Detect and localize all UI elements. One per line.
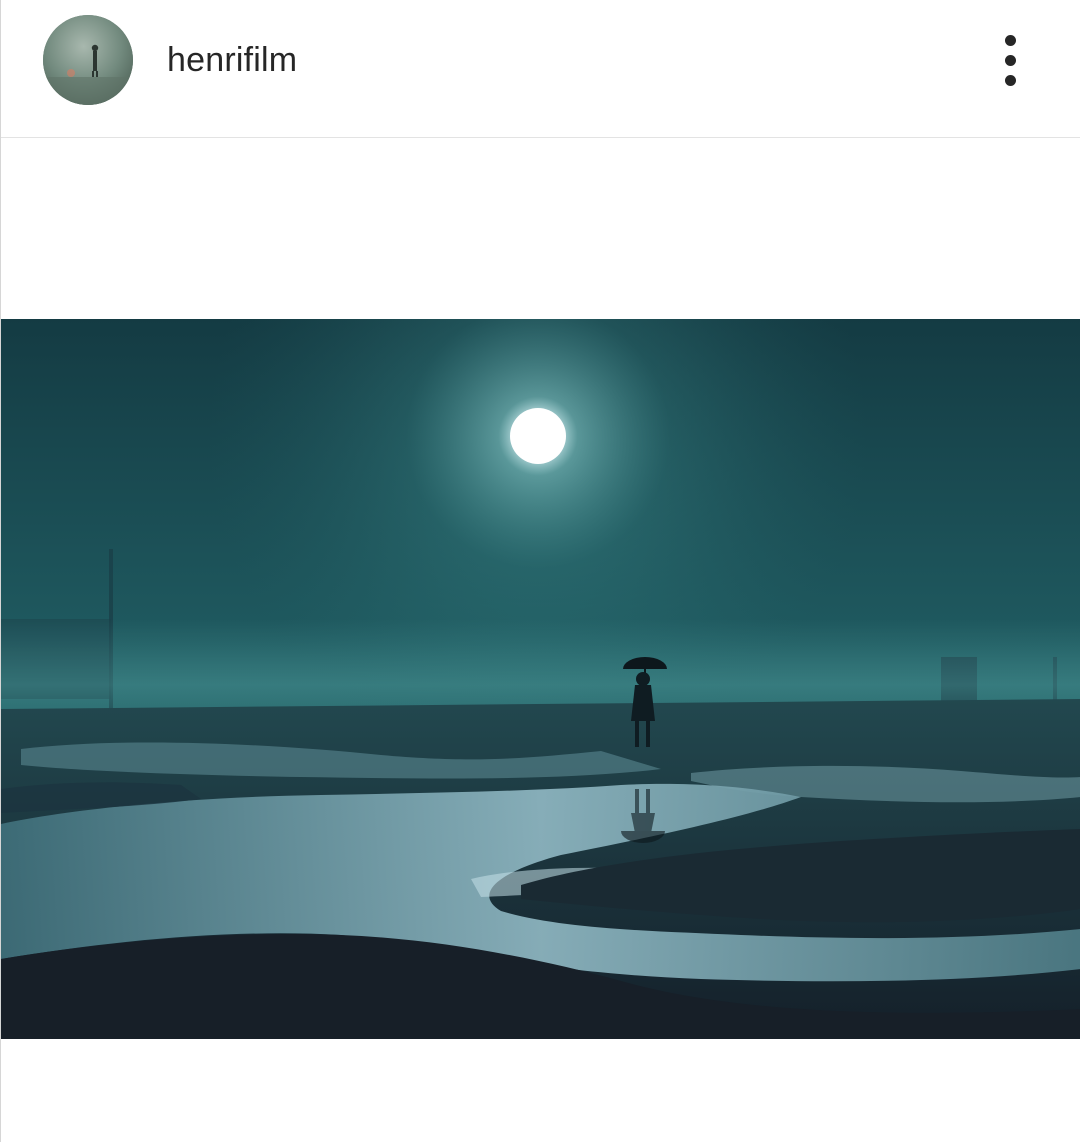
more-options-vertical-icon bbox=[1004, 74, 1016, 86]
more-options-vertical-icon bbox=[1004, 54, 1016, 66]
avatar[interactable] bbox=[43, 15, 133, 105]
more-options-vertical-icon bbox=[1004, 34, 1016, 46]
foggy-night-umbrella-photo-icon bbox=[1, 319, 1080, 1039]
profile-photo-icon bbox=[43, 15, 133, 105]
username-link[interactable]: henrifilm bbox=[167, 40, 297, 80]
more-options-button[interactable] bbox=[986, 30, 1034, 90]
post-header: henrifilm bbox=[1, 0, 1080, 138]
post-image[interactable] bbox=[1, 319, 1080, 1039]
post-container: henrifilm bbox=[0, 0, 1080, 1142]
